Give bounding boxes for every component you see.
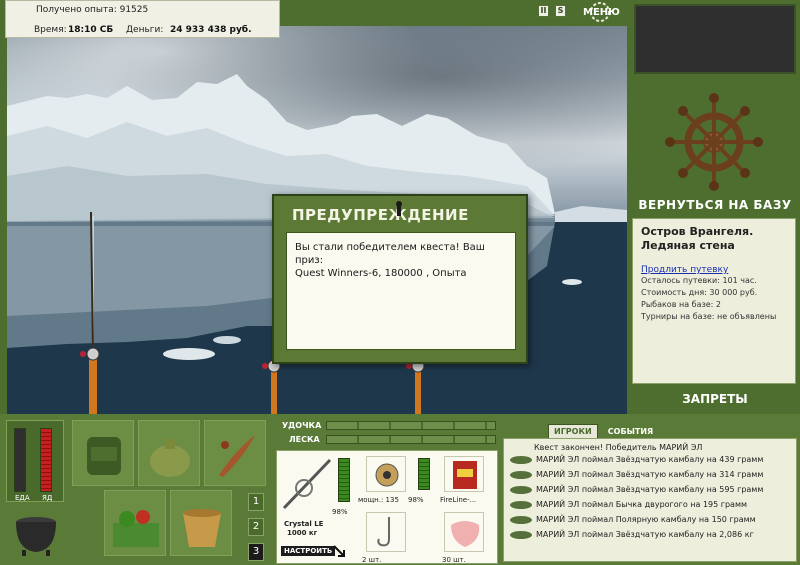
tune-button[interactable]: НАСТРОИТЬ — [281, 546, 336, 556]
dialog-message: Вы стали победителем квеста! Ваш приз: Q… — [286, 232, 516, 350]
page-3-button[interactable]: 3 — [248, 543, 264, 561]
reel-slot[interactable] — [366, 456, 406, 492]
tab-players[interactable]: ИГРОКИ — [548, 424, 598, 439]
hook-icon — [396, 201, 402, 216]
food-label: ЕДА — [15, 494, 30, 502]
sound-button[interactable]: S — [555, 5, 566, 17]
inventory-slot-basket[interactable] — [104, 490, 166, 556]
line-name: FireLine-... — [440, 496, 477, 504]
rod-3-icon[interactable] — [403, 356, 433, 414]
log-entry: МАРИЙ ЭЛ поймал Бычка двурогого на 195 г… — [504, 497, 796, 512]
dialog-line-1: Вы стали победителем квеста! Ваш приз: — [295, 242, 485, 266]
ship-wheel-icon[interactable] — [664, 92, 764, 192]
dialog-title: ПРЕДУПРЕЖДЕНИЕ — [292, 206, 469, 224]
cooking-pot-icon[interactable] — [10, 510, 62, 558]
location-title: Остров Врангеля. Ледяная стена — [641, 225, 754, 252]
log-entry: МАРИЙ ЭЛ поймал Звёздчатую камбалу на 2,… — [504, 527, 796, 542]
line-label: ЛЕСКА — [289, 435, 320, 444]
bait-meat-icon — [451, 521, 480, 547]
sack-icon — [150, 439, 190, 477]
backpack-icon — [87, 437, 121, 475]
reel-icon — [375, 463, 399, 487]
page-1-button[interactable]: 1 — [248, 493, 264, 511]
rod-label: УДОЧКА — [282, 421, 322, 430]
return-to-base-button[interactable]: ВЕРНУТЬСЯ НА БАЗУ — [634, 198, 796, 212]
log-entry: МАРИЙ ЭЛ поймал Полярную камбалу на 150 … — [504, 512, 796, 527]
rod-1-icon[interactable] — [71, 212, 111, 414]
line-durability-bar — [326, 435, 496, 444]
money-value: 24 933 438 руб. — [170, 25, 252, 35]
poison-label: ЯД — [42, 494, 53, 502]
arrow-down-right-icon — [333, 545, 345, 557]
pause-button[interactable]: II — [538, 5, 549, 17]
fish-icon — [510, 471, 532, 479]
dialog-line-2: Quest Winners-6, 180000 , Опыта — [295, 268, 467, 279]
bans-button[interactable]: ЗАПРЕТЫ — [634, 392, 796, 406]
log-tabs: ИГРОКИ СОБЫТИЯ — [548, 419, 658, 439]
money-label: Деньги: — [126, 25, 164, 35]
fishing-line-spool-icon — [453, 461, 477, 489]
info-row-fishers: Рыбаков на базе: 2 — [641, 300, 721, 309]
log-entry: МАРИЙ ЭЛ поймал Звёздчатую камбалу на 31… — [504, 467, 796, 482]
rod-reel-icon[interactable] — [280, 454, 340, 514]
reel-power: мощн.: 135 — [358, 496, 399, 504]
feather-icon — [219, 435, 255, 477]
event-log: Квест закончен! Победитель МАРИЙ ЭЛ МАРИ… — [503, 438, 797, 562]
warning-dialog: ПРЕДУПРЕЖДЕНИЕ Вы стали победителем квес… — [272, 194, 528, 364]
tab-events[interactable]: СОБЫТИЯ — [603, 425, 658, 438]
rod-capacity: 1000 кг — [287, 529, 318, 537]
log-entry: МАРИЙ ЭЛ поймал Звёздчатую камбалу на 59… — [504, 482, 796, 497]
location-info-panel: Остров Врангеля. Ледяная стена Продлить … — [632, 218, 796, 384]
reel-condition-meter — [418, 458, 430, 490]
inventory-slot-backpack[interactable] — [72, 420, 134, 486]
poison-meter — [40, 428, 52, 492]
time-label: Время: — [34, 25, 67, 35]
fish-icon — [510, 456, 532, 464]
page-2-button[interactable]: 2 — [248, 518, 264, 536]
info-row-cost: Стоимость дня: 30 000 руб. — [641, 288, 758, 297]
hook-count: 2 шт. — [362, 556, 382, 564]
fish-icon — [510, 531, 532, 539]
log-header: Квест закончен! Победитель МАРИЙ ЭЛ — [534, 443, 703, 452]
fish-icon — [510, 516, 532, 524]
inventory-slot-sack[interactable] — [138, 420, 200, 486]
vegetable-basket-icon — [113, 510, 159, 547]
rod-2-icon[interactable] — [259, 356, 289, 414]
inventory-slot-feather[interactable] — [204, 420, 266, 486]
experience-label: Получено опыта: 91525 — [36, 5, 149, 15]
fish-hook-icon — [377, 517, 390, 547]
reel-percent: 98% — [408, 496, 424, 504]
fish-icon — [510, 486, 532, 494]
log-entry: МАРИЙ ЭЛ поймал Звёздчатую камбалу на 43… — [504, 452, 796, 467]
info-row-tournaments: Турниры на базе: не объявлены — [641, 312, 777, 321]
rod-percent: 98% — [332, 508, 348, 516]
info-row-remaining: Осталось путевки: 101 час. — [641, 276, 757, 285]
line-slot[interactable] — [444, 456, 484, 492]
bait-slot[interactable] — [444, 512, 484, 552]
extend-trip-link[interactable]: Продлить путевку — [641, 265, 787, 275]
food-meter — [14, 428, 26, 492]
bait-count: 30 шт. — [442, 556, 466, 564]
rod-condition-meter — [338, 458, 350, 502]
inventory-slot-bucket[interactable] — [170, 490, 232, 556]
menu-button[interactable]: МЕНЮ — [583, 2, 620, 22]
fish-icon — [510, 501, 532, 509]
rod-durability-bar — [326, 421, 496, 430]
status-hud: Получено опыта: 91525 Время: 18:10 СБ Де… — [5, 0, 280, 38]
bucket-icon — [183, 509, 221, 547]
minimap-panel — [634, 4, 796, 74]
menu-label: МЕНЮ — [583, 7, 620, 18]
hook-slot[interactable] — [366, 512, 406, 552]
time-value: 18:10 СБ — [68, 25, 114, 35]
rod-name: Crystal LE — [284, 520, 324, 528]
